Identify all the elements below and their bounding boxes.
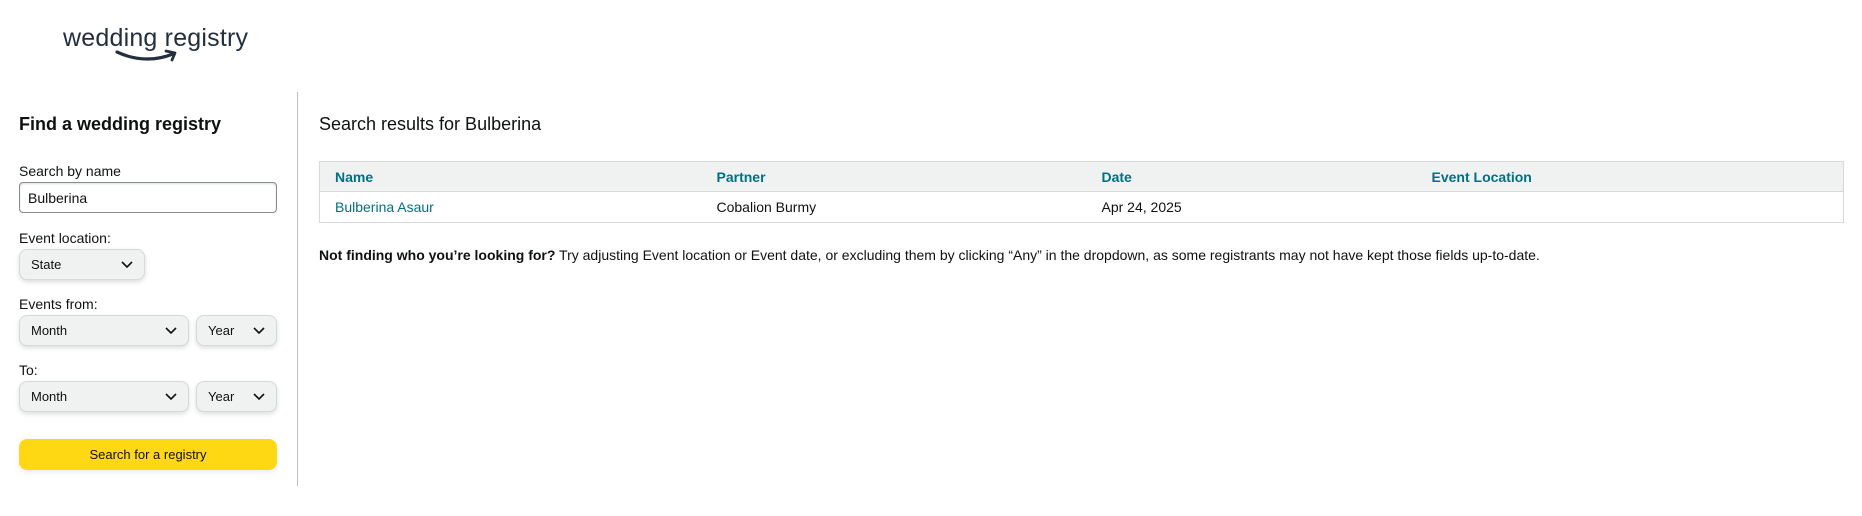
from-month-value: Month (31, 323, 68, 338)
cell-partner: Cobalion Burmy (716, 199, 817, 215)
cell-date: Apr 24, 2025 (1101, 199, 1182, 215)
wedding-registry-logo[interactable]: wedding registry (63, 23, 248, 73)
table-header-row: Name Partner Date Event Location (319, 161, 1844, 192)
search-name-input[interactable] (19, 182, 277, 213)
not-finding-body: Try adjusting Event location or Event da… (555, 247, 1540, 263)
chevron-down-icon (253, 392, 265, 400)
column-header-name[interactable]: Name (319, 161, 702, 192)
search-by-name-label: Search by name (19, 163, 121, 179)
to-label: To: (19, 362, 38, 378)
column-header-date[interactable]: Date (1086, 161, 1417, 192)
registry-search-sidebar: Find a wedding registry Search by name E… (0, 92, 298, 486)
not-finding-heading: Not finding who you’re looking for? (319, 247, 556, 263)
cell-name: Bulberina Asaur (320, 192, 702, 223)
from-year-value: Year (208, 323, 235, 338)
to-month-dropdown[interactable]: Month (19, 381, 189, 412)
not-finding-help-text: Not finding who you’re looking for? Try … (319, 247, 1540, 263)
chevron-down-icon (253, 326, 265, 334)
from-year-dropdown[interactable]: Year (196, 315, 277, 346)
event-location-label: Event location: (19, 230, 111, 246)
results-table: Name Partner Date Event Location Bulberi… (319, 161, 1844, 223)
table-row: Bulberina Asaur Cobalion Burmy Apr 24, 2… (320, 192, 1844, 223)
search-registry-button[interactable]: Search for a registry (19, 439, 277, 470)
to-month-value: Month (31, 389, 68, 404)
chevron-down-icon (121, 260, 133, 268)
amazon-smile-icon (115, 49, 177, 62)
column-header-partner[interactable]: Partner (701, 161, 1087, 192)
results-title: Search results for Bulberina (319, 114, 542, 134)
events-from-label: Events from: (19, 296, 98, 312)
column-header-event-location[interactable]: Event Location (1416, 161, 1844, 192)
from-month-dropdown[interactable]: Month (19, 315, 189, 346)
to-year-dropdown[interactable]: Year (196, 381, 277, 412)
to-year-value: Year (208, 389, 235, 404)
state-dropdown[interactable]: State (19, 249, 145, 280)
state-dropdown-value: State (31, 257, 62, 272)
registrant-name-link[interactable]: Bulberina Asaur (335, 199, 434, 215)
cell-event-location (1417, 192, 1844, 223)
chevron-down-icon (165, 392, 177, 400)
chevron-down-icon (165, 326, 177, 334)
sidebar-title: Find a wedding registry (19, 114, 222, 134)
